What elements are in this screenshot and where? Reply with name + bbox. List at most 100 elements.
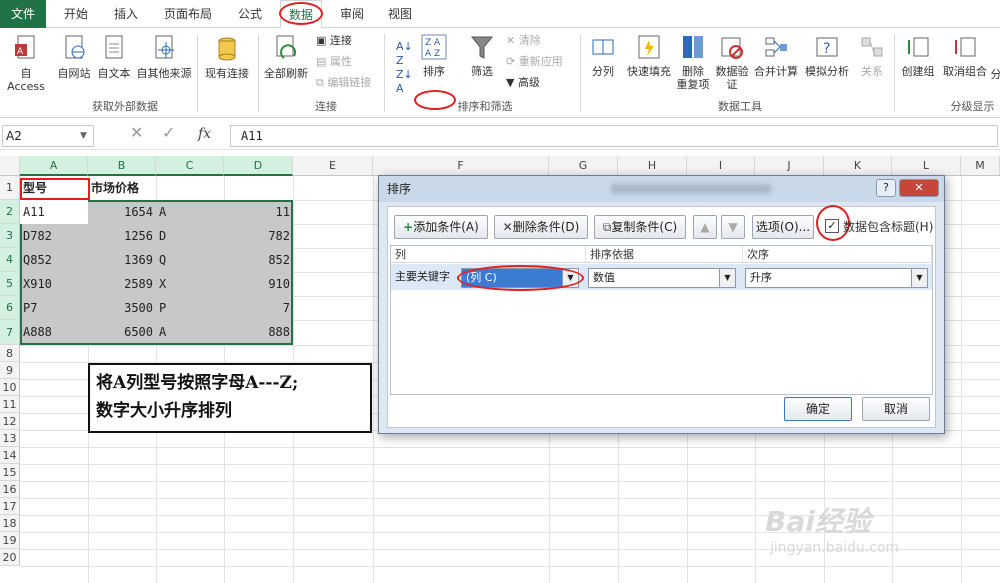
row-header[interactable]: 3 — [0, 224, 20, 248]
row-header[interactable]: 16 — [0, 481, 20, 498]
add-level-button[interactable]: +添加条件(A) — [394, 215, 488, 239]
tab-file[interactable]: 文件 — [0, 0, 46, 28]
row-header[interactable]: 5 — [0, 272, 20, 296]
refresh-all-button[interactable]: 全部刷新 — [260, 34, 312, 80]
help-button[interactable]: ? — [876, 179, 896, 197]
connections-link[interactable]: ▣ 连接 — [316, 34, 352, 48]
cell-b3[interactable]: 1256 — [88, 224, 156, 248]
cell-d5[interactable]: 910 — [224, 272, 293, 296]
cell-b1[interactable]: 市场价格 — [88, 176, 178, 200]
row-header[interactable]: 20 — [0, 549, 20, 566]
header-checkbox[interactable]: ✓ — [825, 219, 839, 233]
column-header[interactable]: C — [156, 156, 224, 176]
row-header[interactable]: 11 — [0, 396, 20, 413]
cancel-icon[interactable]: ✕ — [130, 125, 143, 141]
remove-duplicates-button[interactable]: 删除 重复项 — [676, 34, 710, 91]
cell-a1[interactable]: 型号 — [20, 176, 88, 200]
row-header[interactable]: 2 — [0, 200, 20, 224]
column-header[interactable]: F — [373, 156, 549, 176]
sort-za-icon[interactable]: Z↓ A — [396, 68, 413, 96]
tab-home[interactable]: 开始 — [54, 0, 98, 28]
name-box-dropdown-icon[interactable]: ▼ — [80, 129, 87, 143]
cell-a4[interactable]: Q852 — [20, 248, 88, 272]
options-button[interactable]: 选项(O)... — [752, 215, 814, 239]
sort-on-select[interactable]: 数值 ▼ — [588, 268, 736, 288]
tab-data[interactable]: 数据 — [280, 0, 322, 29]
column-header[interactable]: J — [755, 156, 824, 176]
cell-b5[interactable]: 2589 — [88, 272, 156, 296]
ok-button[interactable]: 确定 — [784, 397, 852, 421]
from-web-button[interactable]: 自网站 — [54, 34, 94, 80]
cell-c6[interactable]: P — [156, 296, 224, 320]
reapply-link[interactable]: ⟳ 重新应用 — [506, 55, 563, 69]
column-header[interactable]: B — [88, 156, 156, 176]
close-button[interactable]: ✕ — [899, 179, 939, 197]
row-header[interactable]: 6 — [0, 296, 20, 320]
tab-formulas[interactable]: 公式 — [228, 0, 272, 28]
edit-links-link[interactable]: ⧉ 编辑链接 — [316, 76, 371, 90]
cell-b7[interactable]: 6500 — [88, 320, 156, 344]
row-header[interactable]: 9 — [0, 362, 20, 379]
cell-d3[interactable]: 782 — [224, 224, 293, 248]
column-header[interactable]: E — [293, 156, 373, 176]
header-checkbox-label[interactable]: 数据包含标题(H) — [843, 220, 933, 234]
properties-link[interactable]: ▤ 属性 — [316, 55, 352, 69]
cell-b4[interactable]: 1369 — [88, 248, 156, 272]
cell-a3[interactable]: D782 — [20, 224, 88, 248]
enter-icon[interactable]: ✓ — [162, 125, 175, 141]
cell-c7[interactable]: A — [156, 320, 224, 344]
existing-connections-button[interactable]: 现有连接 — [200, 34, 254, 80]
row-header[interactable]: 18 — [0, 515, 20, 532]
fx-icon[interactable]: fx — [198, 127, 211, 141]
column-header[interactable]: M — [961, 156, 1000, 176]
cell-d2[interactable]: 11 — [224, 200, 293, 224]
cell-a7[interactable]: A888 — [20, 320, 88, 344]
cell-b2[interactable]: 1654 — [88, 200, 156, 224]
cell-a5[interactable]: X910 — [20, 272, 88, 296]
move-down-button[interactable]: ▼ — [721, 215, 745, 239]
row-header[interactable]: 10 — [0, 379, 20, 396]
delete-level-button[interactable]: ✕删除条件(D) — [494, 215, 588, 239]
cell-c3[interactable]: D — [156, 224, 224, 248]
text-to-columns-button[interactable]: 分列 — [584, 34, 622, 78]
data-validation-button[interactable]: 数据验 证 — [714, 34, 750, 91]
cell-d6[interactable]: 7 — [224, 296, 293, 320]
consolidate-button[interactable]: 合并计算 — [752, 34, 800, 78]
sort-button[interactable]: Z AA Z 排序 — [416, 34, 452, 78]
cell-b6[interactable]: 3500 — [88, 296, 156, 320]
cell-d4[interactable]: 852 — [224, 248, 293, 272]
flash-fill-button[interactable]: 快速填充 — [624, 34, 674, 78]
row-header[interactable]: 8 — [0, 345, 20, 362]
column-header[interactable]: K — [824, 156, 892, 176]
tab-review[interactable]: 审阅 — [330, 0, 374, 28]
cancel-button[interactable]: 取消 — [862, 397, 930, 421]
row-header[interactable]: 15 — [0, 464, 20, 481]
order-select[interactable]: 升序 ▼ — [745, 268, 928, 288]
subtotal-button[interactable]: 分 — [990, 68, 1000, 81]
ungroup-button[interactable]: 取消组合 — [940, 34, 990, 78]
from-other-sources-button[interactable]: 自其他来源 — [134, 34, 194, 80]
row-header[interactable]: 13 — [0, 430, 20, 447]
tab-view[interactable]: 视图 — [380, 0, 420, 28]
clear-link[interactable]: ✕ 清除 — [506, 34, 541, 48]
cell-a2[interactable]: A11 — [20, 200, 88, 224]
advanced-link[interactable]: ▼ 高级 — [506, 76, 540, 90]
sort-az-icon[interactable]: A↓ Z — [396, 40, 413, 68]
what-if-analysis-button[interactable]: ? 模拟分析 — [802, 34, 852, 78]
move-up-button[interactable]: ▲ — [693, 215, 717, 239]
relationships-button[interactable]: 关系 — [854, 34, 890, 78]
column-header[interactable]: D — [224, 156, 293, 176]
cell-c5[interactable]: X — [156, 272, 224, 296]
row-header[interactable]: 19 — [0, 532, 20, 549]
row-header[interactable]: 12 — [0, 413, 20, 430]
copy-level-button[interactable]: ⧉复制条件(C) — [594, 215, 686, 239]
column-header[interactable]: G — [549, 156, 618, 176]
column-header[interactable]: H — [618, 156, 687, 176]
row-header[interactable]: 14 — [0, 447, 20, 464]
formula-input[interactable]: A11 — [230, 125, 998, 147]
group-button[interactable]: 创建组 — [898, 34, 938, 78]
row-header[interactable]: 7 — [0, 320, 20, 345]
column-header[interactable]: I — [687, 156, 755, 176]
from-access-button[interactable]: A 自 Access — [0, 34, 52, 93]
filter-button[interactable]: 筛选 — [464, 34, 500, 78]
